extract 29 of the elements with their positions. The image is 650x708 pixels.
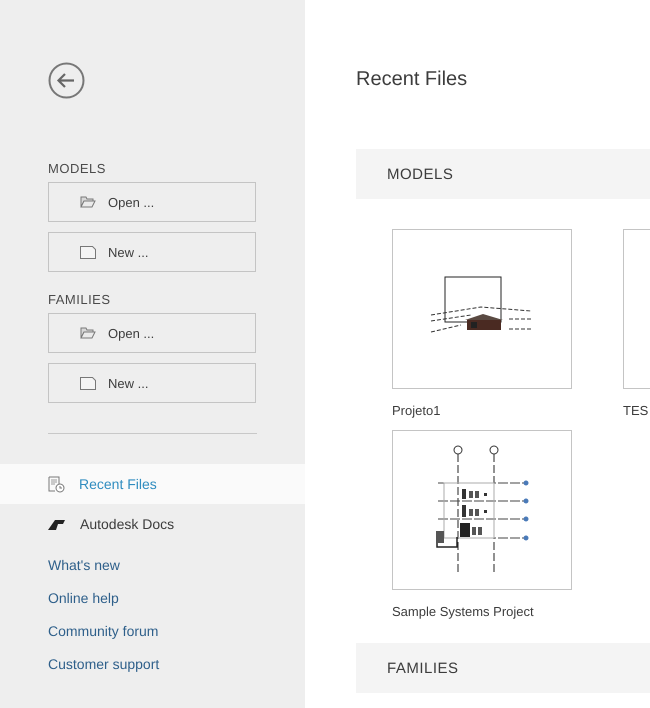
nav-item[interactable]: Recent Files xyxy=(0,464,305,504)
file-thumbnail[interactable] xyxy=(392,430,572,590)
help-link[interactable]: What's new xyxy=(48,556,120,575)
page-title: Recent Files xyxy=(356,68,468,91)
open-button[interactable]: Open ... xyxy=(48,182,256,222)
nav-item[interactable]: Autodesk Docs xyxy=(0,504,305,544)
section-label: FAMILIES xyxy=(48,292,112,307)
nav-label: Recent Files xyxy=(79,476,157,492)
docs-logo-icon xyxy=(48,518,66,530)
back-icon[interactable] xyxy=(48,62,85,99)
help-link[interactable]: Community forum xyxy=(48,622,158,641)
section-header: MODELS xyxy=(356,149,650,199)
file-thumbnail[interactable] xyxy=(392,229,572,389)
folder-icon xyxy=(80,196,96,208)
file-name: TES xyxy=(623,403,650,418)
new-button[interactable]: New ... xyxy=(48,232,256,272)
file-name: Sample Systems Project xyxy=(392,604,535,619)
nav-label: Autodesk Docs xyxy=(80,516,174,532)
help-link[interactable]: Customer support xyxy=(48,655,160,674)
document-icon xyxy=(80,246,96,258)
section-header: FAMILIES xyxy=(356,643,650,693)
new-button[interactable]: New ... xyxy=(48,363,256,403)
recent-file-icon xyxy=(48,476,65,492)
document-icon xyxy=(80,376,96,390)
folder-icon xyxy=(80,327,96,339)
open-button[interactable]: Open ... xyxy=(48,313,256,353)
file-name: Projeto1 xyxy=(392,403,442,418)
help-link[interactable]: Online help xyxy=(48,589,119,608)
section-label: MODELS xyxy=(48,161,107,176)
